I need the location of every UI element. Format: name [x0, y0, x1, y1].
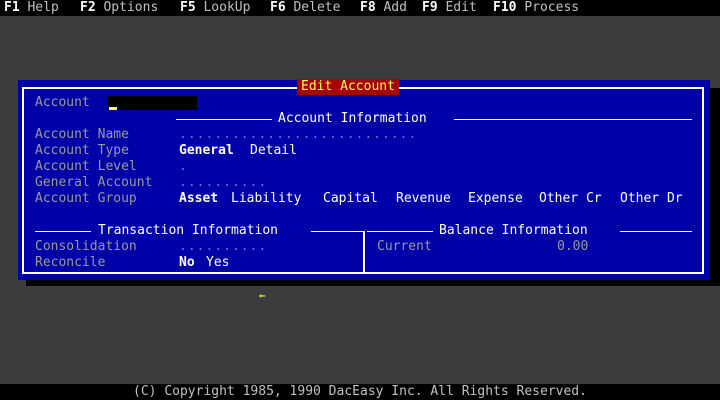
dialog-title: Edit Account	[297, 79, 399, 95]
section-title-account-information: Account Information	[272, 111, 433, 127]
account-label: Account	[35, 95, 90, 110]
account-name-field[interactable]: ...........................	[179, 127, 417, 143]
menu-item-options[interactable]: F2 Options	[80, 0, 158, 16]
consolidation-field[interactable]: ..........	[179, 239, 267, 255]
account-group-option-other-cr[interactable]: Other Cr	[539, 191, 602, 207]
menu-item-lookup[interactable]: F5 LookUp	[180, 0, 250, 16]
section-title-transaction-information: Transaction Information	[92, 223, 285, 239]
menu-item-add[interactable]: F8 Add	[360, 0, 407, 16]
account-group-option-asset[interactable]: Asset	[179, 191, 218, 207]
menu-item-help[interactable]: F1 Help	[4, 0, 59, 16]
account-group-option-other-dr[interactable]: Other Dr	[620, 191, 683, 207]
current-balance-label: Current	[377, 239, 432, 254]
account-group-option-revenue[interactable]: Revenue	[396, 191, 451, 207]
account-group-option-liability[interactable]: Liability	[231, 191, 301, 207]
enter-arrow-icon: ←	[259, 289, 266, 302]
account-type-option-general[interactable]: General	[179, 143, 234, 159]
balance-rule-right	[620, 231, 692, 232]
account-type-label: Account Type	[35, 143, 129, 158]
transaction-rule-left	[35, 231, 91, 232]
menu-item-delete[interactable]: F6 Delete	[270, 0, 340, 16]
account-type-option-detail[interactable]: Detail	[250, 143, 297, 159]
balance-rule-left	[367, 231, 433, 232]
section-rule-left	[176, 119, 272, 120]
general-account-label: General Account	[35, 175, 153, 190]
account-input[interactable]	[107, 96, 197, 110]
text-cursor	[109, 107, 117, 110]
account-group-option-capital[interactable]: Capital	[323, 191, 378, 207]
account-level-label: Account Level	[35, 159, 137, 174]
transaction-rule-right	[311, 231, 363, 232]
account-group-label: Account Group	[35, 191, 137, 206]
edit-account-dialog: Edit Account Account Account Information…	[18, 79, 710, 280]
account-level-field[interactable]: .	[179, 159, 188, 175]
account-group-option-expense[interactable]: Expense	[468, 191, 523, 207]
section-title-balance-information: Balance Information	[433, 223, 594, 239]
menu-item-edit[interactable]: F9 Edit	[422, 0, 477, 16]
account-name-label: Account Name	[35, 127, 129, 142]
menu-item-process[interactable]: F10 Process	[493, 0, 579, 16]
function-key-menu-bar: F1 Help F2 Options F5 LookUp F6 Delete F…	[0, 0, 720, 16]
section-divider	[363, 231, 365, 272]
consolidation-label: Consolidation	[35, 239, 137, 254]
reconcile-option-no[interactable]: No	[179, 255, 195, 271]
current-balance-value: 0.00	[557, 239, 589, 254]
section-rule-right	[454, 119, 692, 120]
reconcile-option-yes[interactable]: Yes	[206, 255, 229, 271]
copyright-footer: (C) Copyright 1985, 1990 DacEasy Inc. Al…	[0, 384, 720, 400]
reconcile-label: Reconcile	[35, 255, 106, 270]
general-account-field[interactable]: ..........	[179, 175, 267, 191]
